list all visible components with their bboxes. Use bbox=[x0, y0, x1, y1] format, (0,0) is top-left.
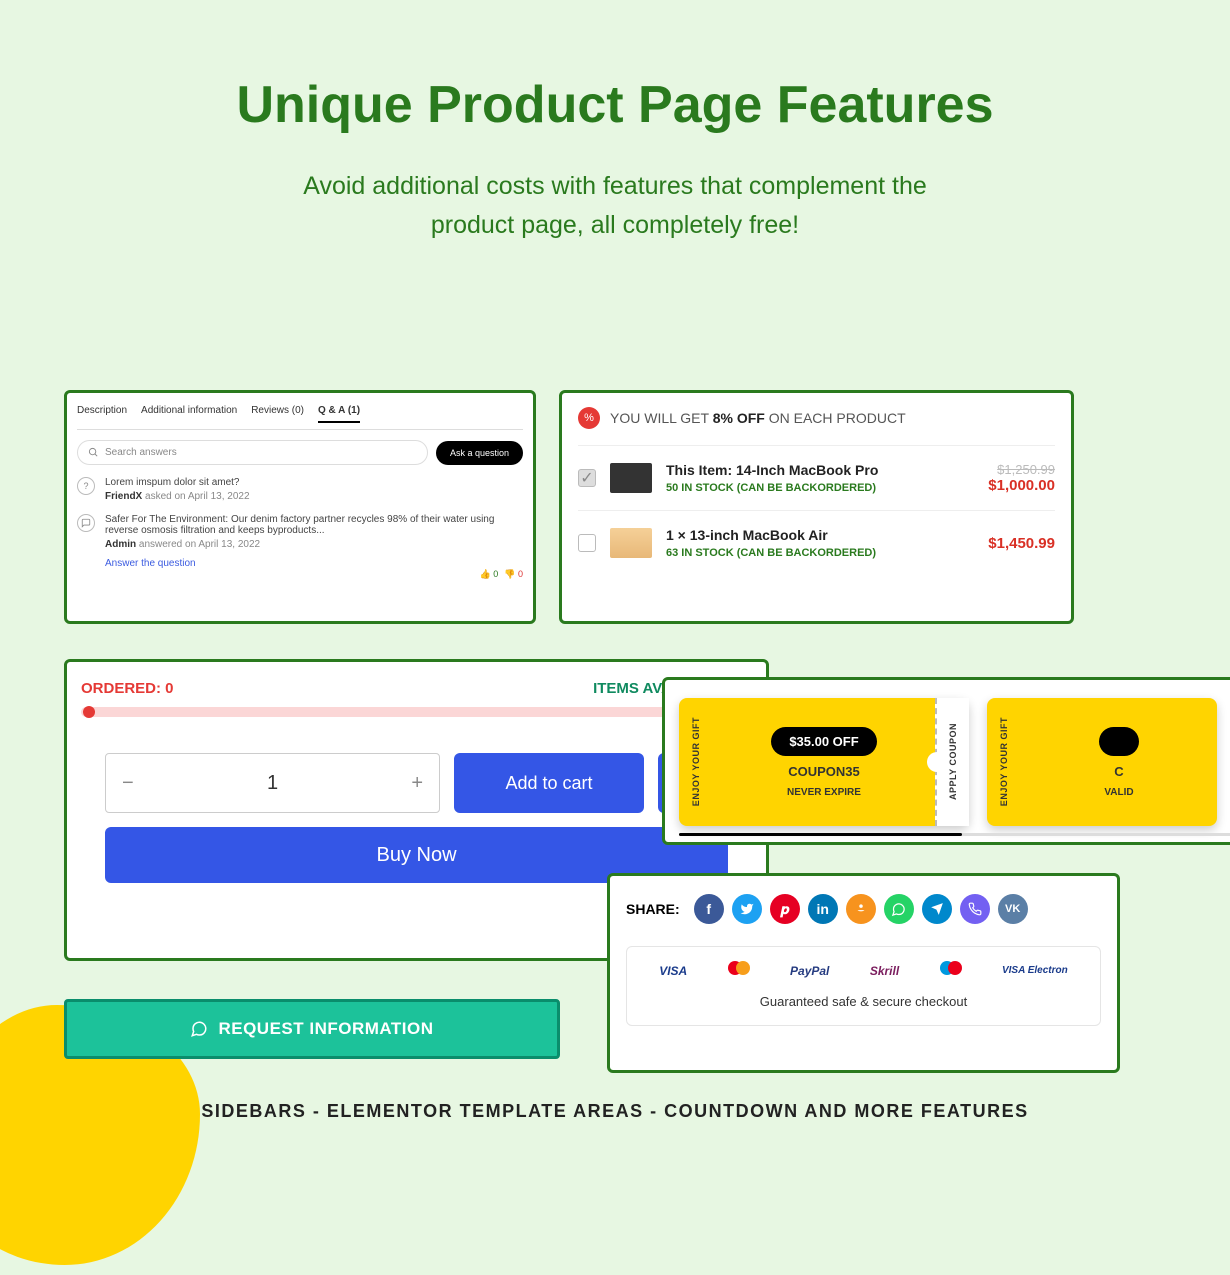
tab-additional-info[interactable]: Additional information bbox=[141, 405, 237, 423]
product-name: 1 × 13-inch MacBook Air bbox=[666, 527, 974, 543]
new-price: $1,000.00 bbox=[988, 477, 1055, 494]
ordered-label: ORDERED: 0 bbox=[81, 680, 174, 697]
visa-logo: VISA bbox=[659, 964, 687, 978]
question-icon: ? bbox=[77, 477, 95, 495]
pinterest-icon[interactable]: 𝒑 bbox=[770, 894, 800, 924]
skrill-logo: Skrill bbox=[870, 964, 899, 978]
coupon-expiry: NEVER EXPIRE bbox=[787, 787, 861, 798]
product-thumbnail bbox=[610, 463, 652, 493]
checkbox-unchecked[interactable] bbox=[578, 534, 596, 552]
payment-box: VISA PayPal Skrill VISA Electron Guarant… bbox=[626, 946, 1101, 1026]
visa-electron-logo: VISA Electron bbox=[1002, 966, 1068, 976]
viber-icon[interactable] bbox=[960, 894, 990, 924]
product-thumbnail bbox=[610, 528, 652, 558]
coupon-valid-label: VALID bbox=[1104, 787, 1133, 798]
coupon-enjoy-label: ENJOY YOUR GIFT bbox=[999, 717, 1009, 806]
answer-item: Safer For The Environment: Our denim fac… bbox=[77, 514, 523, 550]
coupon-code: COUPON35 bbox=[788, 764, 860, 779]
plus-icon[interactable]: + bbox=[411, 772, 423, 795]
question-item: ? Lorem imspum dolor sit amet? FriendX a… bbox=[77, 477, 523, 502]
request-information-button[interactable]: REQUEST INFORMATION bbox=[64, 999, 560, 1059]
answer-question-link[interactable]: Answer the question bbox=[105, 558, 523, 569]
progress-knob bbox=[83, 706, 95, 718]
coupon-ticket[interactable]: ENJOY YOUR GIFT $35.00 OFF COUPON35 NEVE… bbox=[679, 698, 969, 826]
bundle-item: 1 × 13-inch MacBook Air 63 IN STOCK (CAN… bbox=[578, 511, 1055, 575]
answer-meta: Admin answered on April 13, 2022 bbox=[105, 539, 523, 550]
guarantee-text: Guaranteed safe & secure checkout bbox=[639, 994, 1088, 1009]
new-price: $1,450.99 bbox=[988, 535, 1055, 552]
whatsapp-icon bbox=[190, 1020, 208, 1038]
quantity-stepper[interactable]: − 1 + bbox=[105, 753, 440, 813]
product-name: This Item: 14-Inch MacBook Pro bbox=[666, 462, 974, 478]
qa-panel: Description Additional information Revie… bbox=[64, 390, 536, 624]
stock-label: 63 IN STOCK (CAN BE BACKORDERED) bbox=[666, 547, 974, 559]
maestro-logo bbox=[940, 961, 962, 980]
bundle-item: ✓ This Item: 14-Inch MacBook Pro 50 IN S… bbox=[578, 446, 1055, 511]
thumbs-down-icon[interactable]: 👎 0 bbox=[504, 569, 523, 580]
share-panel: SHARE: f 𝒑 in VK VISA PayPal Skrill VISA… bbox=[607, 873, 1120, 1073]
bundle-headline: % YOU WILL GET 8% OFF ON EACH PRODUCT bbox=[578, 407, 1055, 446]
page-subtitle: Avoid additional costs with features tha… bbox=[0, 167, 1230, 245]
horizontal-scrollbar[interactable] bbox=[679, 833, 1230, 836]
answer-icon bbox=[77, 514, 95, 532]
search-input[interactable]: Search answers bbox=[77, 440, 428, 465]
facebook-icon[interactable]: f bbox=[694, 894, 724, 924]
telegram-icon[interactable] bbox=[922, 894, 952, 924]
coupon-panel: ENJOY YOUR GIFT $35.00 OFF COUPON35 NEVE… bbox=[662, 677, 1230, 845]
paypal-logo: PayPal bbox=[790, 964, 829, 978]
question-text: Lorem imspum dolor sit amet? bbox=[105, 477, 523, 488]
twitter-icon[interactable] bbox=[732, 894, 762, 924]
add-to-cart-button[interactable]: Add to cart bbox=[454, 753, 644, 813]
bundle-panel: % YOU WILL GET 8% OFF ON EACH PRODUCT ✓ … bbox=[559, 390, 1074, 624]
stock-label: 50 IN STOCK (CAN BE BACKORDERED) bbox=[666, 482, 974, 494]
tab-reviews[interactable]: Reviews (0) bbox=[251, 405, 304, 423]
coupon-amount bbox=[1099, 727, 1139, 756]
minus-icon[interactable]: − bbox=[122, 772, 134, 795]
page-title: Unique Product Page Features bbox=[0, 75, 1230, 135]
tab-qa[interactable]: Q & A (1) bbox=[318, 405, 360, 423]
tab-description[interactable]: Description bbox=[77, 405, 127, 423]
ask-question-button[interactable]: Ask a question bbox=[436, 441, 523, 465]
stock-progress bbox=[81, 707, 752, 717]
qa-tabs: Description Additional information Revie… bbox=[77, 405, 523, 430]
vote-controls: 👍 0 👎 0 bbox=[480, 569, 523, 580]
coupon-ticket[interactable]: ENJOY YOUR GIFT C VALID bbox=[987, 698, 1217, 826]
footer-features-text: SIDEBARS - ELEMENTOR TEMPLATE AREAS - CO… bbox=[0, 1101, 1230, 1122]
coupon-amount: $35.00 OFF bbox=[771, 727, 876, 756]
apply-coupon-label[interactable]: APPLY COUPON bbox=[948, 723, 958, 800]
mastercard-logo bbox=[728, 961, 750, 980]
coupon-code-partial: C bbox=[1114, 764, 1123, 779]
thumbs-up-icon[interactable]: 👍 0 bbox=[480, 569, 499, 580]
whatsapp-icon[interactable] bbox=[884, 894, 914, 924]
question-meta: FriendX asked on April 13, 2022 bbox=[105, 491, 523, 502]
answer-text: Safer For The Environment: Our denim fac… bbox=[105, 514, 523, 536]
search-icon bbox=[88, 447, 99, 458]
percent-icon: % bbox=[578, 407, 600, 429]
odnoklassniki-icon[interactable] bbox=[846, 894, 876, 924]
coupon-enjoy-label: ENJOY YOUR GIFT bbox=[691, 717, 701, 806]
checkbox-checked[interactable]: ✓ bbox=[578, 469, 596, 487]
linkedin-icon[interactable]: in bbox=[808, 894, 838, 924]
vk-icon[interactable]: VK bbox=[998, 894, 1028, 924]
old-price: $1,250.99 bbox=[988, 462, 1055, 477]
share-label: SHARE: bbox=[626, 901, 680, 917]
quantity-value: 1 bbox=[267, 772, 278, 795]
